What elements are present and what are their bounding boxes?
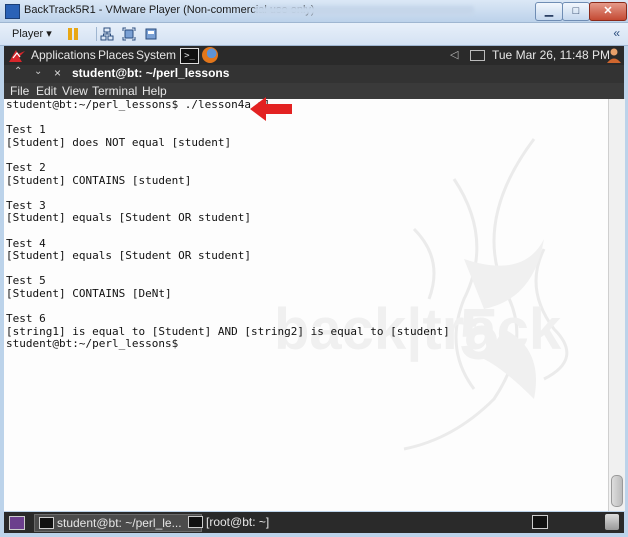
terminal-line: student@bt:~/perl_lessons$: [6, 337, 179, 351]
user-icon[interactable]: [606, 47, 622, 63]
system-menu[interactable]: System: [136, 48, 176, 63]
minimize-button[interactable]: ▁: [535, 2, 563, 21]
vmware-toolbar: Player ▾ «: [0, 23, 628, 46]
vmware-app-icon: [5, 4, 20, 19]
terminal-line: [Student] equals [Student OR student]: [6, 211, 252, 225]
fullscreen-icon[interactable]: [122, 27, 136, 41]
menu-help[interactable]: Help: [142, 83, 167, 99]
terminal-text: student@bt:~/perl_lessons$ ./lesson4a.pl…: [6, 99, 450, 351]
mail-icon[interactable]: [470, 50, 485, 61]
svg-text:5: 5: [459, 295, 499, 375]
toolbar-divider: [96, 27, 97, 41]
player-menu-button[interactable]: Player ▾: [6, 26, 58, 42]
terminal-line: Test 4: [6, 236, 46, 250]
menu-terminal[interactable]: Terminal: [92, 83, 137, 99]
trash-icon[interactable]: [605, 514, 619, 530]
blurred-path-redaction: [254, 6, 474, 15]
panel-clock[interactable]: Tue Mar 26, 11:48 PM: [492, 48, 610, 62]
applications-menu[interactable]: Applications: [31, 48, 96, 63]
taskbar-item-label: [root@bt: ~]: [206, 515, 270, 529]
maximize-button[interactable]: □: [562, 2, 590, 21]
firefox-icon[interactable]: [202, 47, 218, 63]
terminal-title-bar: ⌃ ⌄ × student@bt: ~/perl_lessons: [4, 65, 624, 83]
taskbar-item-student-terminal[interactable]: student@bt: ~/perl_le...: [34, 514, 202, 532]
workspace-switcher-icon[interactable]: [532, 515, 548, 529]
terminal-line: [Student] CONTAINS [student]: [6, 173, 192, 187]
terminal-icon: [188, 516, 203, 528]
menu-view[interactable]: View: [62, 83, 88, 99]
chevron-down-icon[interactable]: ⌄: [34, 66, 42, 77]
terminal-close-icon[interactable]: ×: [54, 66, 61, 80]
terminal-line: [Student] equals [Student OR student]: [6, 249, 252, 263]
volume-icon[interactable]: ◁: [450, 48, 458, 61]
pause-icon[interactable]: [66, 27, 80, 41]
unity-icon[interactable]: [144, 27, 158, 41]
menu-file[interactable]: File: [10, 83, 29, 99]
terminal-line: Test 2: [6, 160, 46, 174]
scrollbar-thumb[interactable]: [611, 475, 623, 507]
terminal-launcher-icon[interactable]: >_: [180, 48, 199, 64]
collapse-toolbar-icon[interactable]: «: [613, 26, 620, 40]
terminal-line: [Student] does NOT equal [student]: [6, 135, 232, 149]
terminal-title: student@bt: ~/perl_lessons: [72, 66, 230, 80]
taskbar-item-label: student@bt: ~/perl_le...: [57, 516, 182, 530]
terminal-line: student@bt:~/perl_lessons$ ./lesson4a.pl: [6, 99, 271, 111]
terminal-line: Test 1: [6, 123, 46, 137]
backtrack-logo-icon[interactable]: [8, 48, 26, 63]
chevron-up-icon[interactable]: ⌃: [14, 66, 22, 77]
gnome-top-panel: Applications Places System >_ ◁ Tue Mar …: [4, 46, 624, 65]
terminal-scrollbar[interactable]: [608, 99, 625, 511]
gnome-bottom-panel: student@bt: ~/perl_le... [root@bt: ~]: [4, 512, 624, 533]
menu-edit[interactable]: Edit: [36, 83, 57, 99]
close-button[interactable]: ✕: [589, 2, 627, 21]
terminal-icon: [39, 517, 54, 529]
show-desktop-icon[interactable]: [9, 516, 25, 530]
terminal-line: Test 5: [6, 274, 46, 288]
terminal-line: [string1] is equal to [Student] AND [str…: [6, 324, 450, 338]
terminal-menubar: File Edit View Terminal Help: [4, 83, 624, 99]
terminal-line: Test 3: [6, 198, 46, 212]
network-devices-icon[interactable]: [100, 27, 114, 41]
terminal-line: [Student] CONTAINS [DeNt]: [6, 286, 172, 300]
taskbar-item-root-terminal[interactable]: [root@bt: ~]: [184, 514, 326, 530]
terminal-output-area[interactable]: back|track 5 student@bt:~/perl_lessons$ …: [4, 99, 608, 511]
places-menu[interactable]: Places: [98, 48, 134, 63]
vmware-title-bar: BackTrack5R1 - VMware Player (Non-commer…: [0, 0, 628, 23]
annotation-arrow-icon: [250, 97, 292, 121]
terminal-line: Test 6: [6, 312, 46, 326]
